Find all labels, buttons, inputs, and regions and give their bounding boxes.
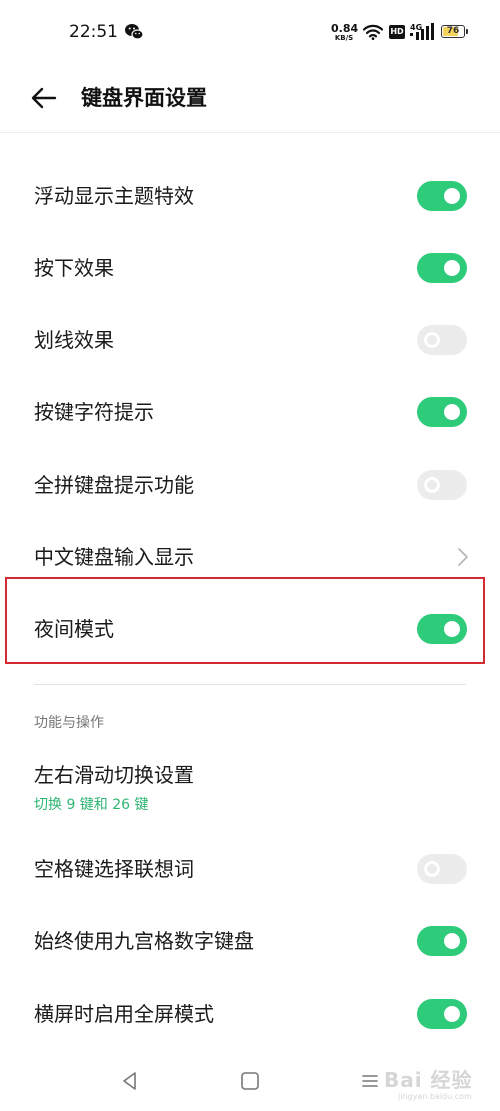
setting-sublabel: 切换 9 键和 26 键 <box>34 797 149 813</box>
setting-label: 中文键盘输入显示 <box>34 545 194 569</box>
page-title: 键盘界面设置 <box>81 86 207 110</box>
setting-label: 按下效果 <box>34 256 114 280</box>
key-hint-toggle[interactable] <box>417 397 467 427</box>
setting-row-swipe-switch[interactable]: 左右滑动切换设置 切换 9 键和 26 键 <box>0 755 500 827</box>
setting-row-press-effect[interactable]: 按下效果 <box>0 232 500 304</box>
network-speed-value: 0.84 <box>331 22 359 35</box>
floating-theme-toggle[interactable] <box>417 181 467 211</box>
setting-row-floating-theme[interactable]: 浮动显示主题特效 <box>0 160 500 232</box>
nav-menu-icon[interactable] <box>360 1071 380 1091</box>
setting-row-key-hint[interactable]: 按键字符提示 <box>0 376 500 448</box>
setting-row-landscape-fullscreen[interactable]: 横屏时启用全屏模式 <box>0 978 500 1050</box>
night-mode-toggle[interactable] <box>417 614 467 644</box>
battery-icon: 76 <box>441 25 465 38</box>
battery-tip <box>466 29 468 34</box>
setting-row-swipe-line[interactable]: 划线效果 <box>0 304 500 376</box>
setting-row-space-predict[interactable]: 空格键选择联想词 <box>0 833 500 905</box>
signal-label: 4G <box>410 23 422 32</box>
setting-label: 全拼键盘提示功能 <box>34 473 194 497</box>
toggle-knob <box>424 332 440 348</box>
space-predict-toggle[interactable] <box>417 854 467 884</box>
toggle-knob <box>444 1006 460 1022</box>
chevron-right-icon <box>458 548 468 566</box>
wechat-icon <box>125 24 144 40</box>
hd-badge: HD <box>389 25 405 39</box>
watermark-sub: jingyan.baidu.com <box>398 1092 472 1101</box>
wifi-icon <box>363 24 383 40</box>
setting-label: 左右滑动切换设置 <box>34 763 194 787</box>
pinyin-hint-toggle[interactable] <box>417 470 467 500</box>
network-speed: 0.84 KB/S <box>331 22 359 42</box>
swipe-line-toggle[interactable] <box>417 325 467 355</box>
toggle-knob <box>444 404 460 420</box>
signal-icon: 4G <box>410 23 434 40</box>
setting-label: 夜间模式 <box>34 617 114 641</box>
setting-row-pinyin-hint[interactable]: 全拼键盘提示功能 <box>0 449 500 521</box>
toggle-knob <box>444 260 460 276</box>
numpad-toggle[interactable] <box>417 926 467 956</box>
setting-label: 横屏时启用全屏模式 <box>34 1002 214 1026</box>
status-bar: 22:51 0.84 KB/S HD 4G 76 <box>0 0 500 66</box>
app-header: 键盘界面设置 <box>0 66 500 133</box>
network-speed-unit: KB/S <box>334 34 354 42</box>
toggle-knob <box>424 861 440 877</box>
nav-home-icon[interactable] <box>240 1071 260 1091</box>
landscape-fullscreen-toggle[interactable] <box>417 999 467 1029</box>
setting-label: 始终使用九宫格数字键盘 <box>34 929 254 953</box>
toggle-knob <box>444 621 460 637</box>
setting-row-numpad[interactable]: 始终使用九宫格数字键盘 <box>0 905 500 977</box>
section-title: 功能与操作 <box>34 715 104 731</box>
setting-label: 空格键选择联想词 <box>34 857 194 881</box>
setting-row-chinese-display[interactable]: 中文键盘输入显示 <box>0 521 500 593</box>
watermark: Bai 经验 <box>384 1068 473 1092</box>
arrow-left-icon[interactable] <box>30 84 58 112</box>
battery-level: 76 <box>446 26 460 36</box>
setting-label: 划线效果 <box>34 328 114 352</box>
press-effect-toggle[interactable] <box>417 253 467 283</box>
setting-label: 按键字符提示 <box>34 400 154 424</box>
status-time: 22:51 <box>69 22 118 42</box>
toggle-knob <box>444 933 460 949</box>
toggle-knob <box>424 477 440 493</box>
section-divider <box>34 684 466 685</box>
setting-row-night-mode[interactable]: 夜间模式 <box>0 593 500 665</box>
setting-label: 浮动显示主题特效 <box>34 184 194 208</box>
toggle-knob <box>444 188 460 204</box>
nav-back-icon[interactable] <box>119 1070 141 1092</box>
